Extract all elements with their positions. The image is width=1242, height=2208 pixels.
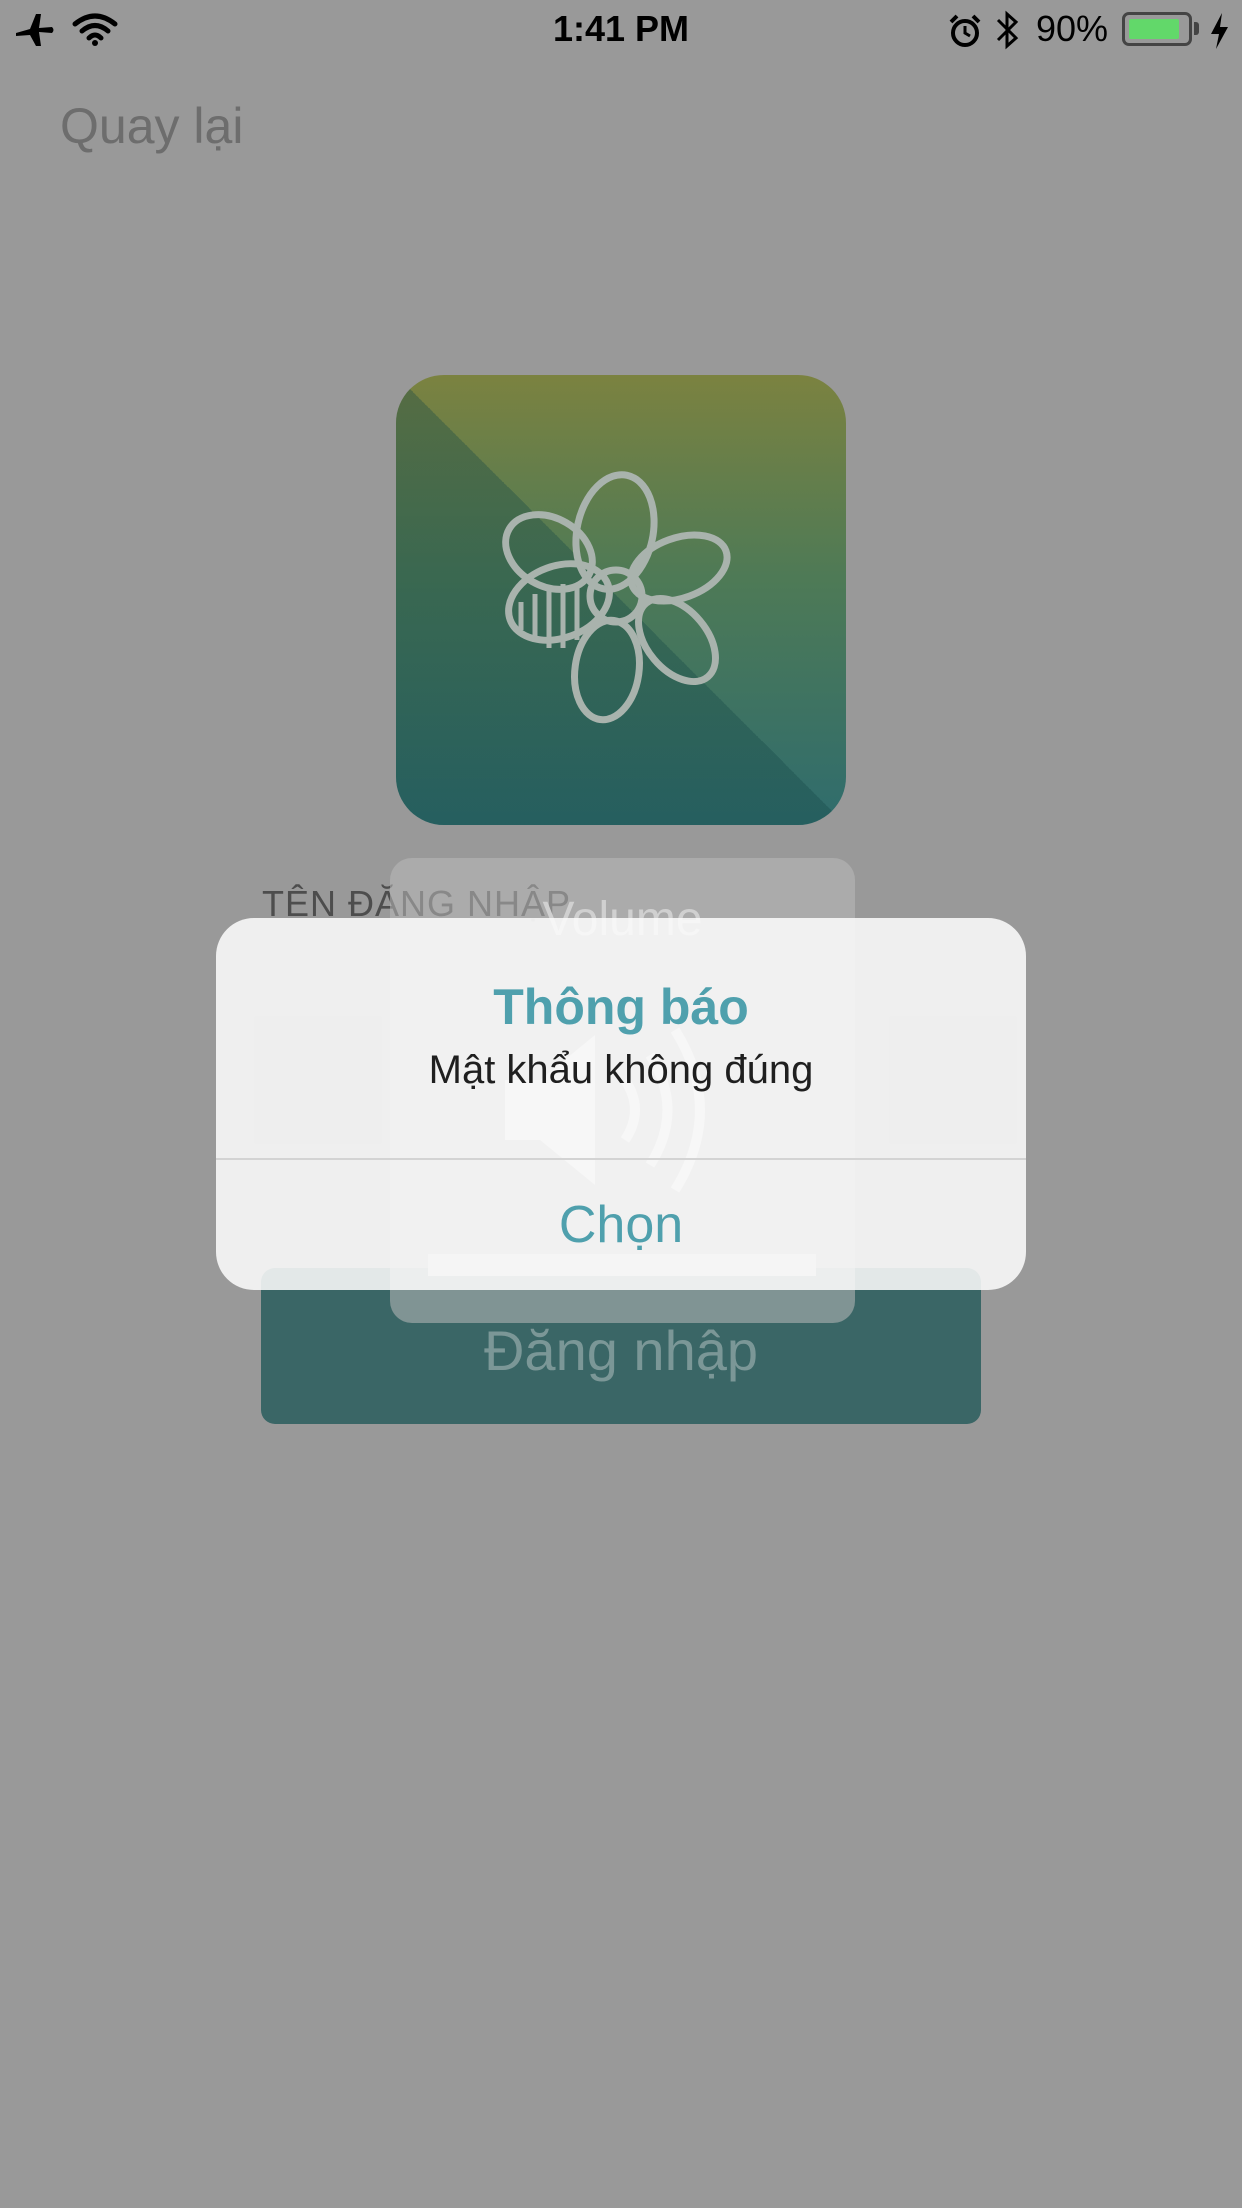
status-bar: 1:41 PM 90% bbox=[0, 0, 1242, 60]
flower-icon bbox=[502, 471, 731, 724]
alert-dialog: Thông báo Mật khẩu không đúng Chọn bbox=[216, 918, 1026, 1290]
battery-percent: 90% bbox=[1036, 8, 1109, 49]
app-logo bbox=[396, 375, 846, 825]
alert-message: Mật khẩu không đúng bbox=[428, 1048, 814, 1092]
battery-fill bbox=[1129, 19, 1179, 39]
bluetooth-icon bbox=[996, 10, 1019, 50]
charging-icon bbox=[1211, 13, 1228, 49]
back-button[interactable]: Quay lại bbox=[60, 97, 243, 155]
alarm-icon bbox=[949, 14, 981, 47]
alert-confirm-button[interactable]: Chọn bbox=[216, 1160, 1026, 1290]
battery-icon bbox=[1122, 12, 1192, 46]
battery-tip bbox=[1194, 22, 1199, 35]
alert-title: Thông báo bbox=[493, 979, 749, 1035]
login-button-label: Đăng nhập bbox=[483, 1319, 758, 1382]
